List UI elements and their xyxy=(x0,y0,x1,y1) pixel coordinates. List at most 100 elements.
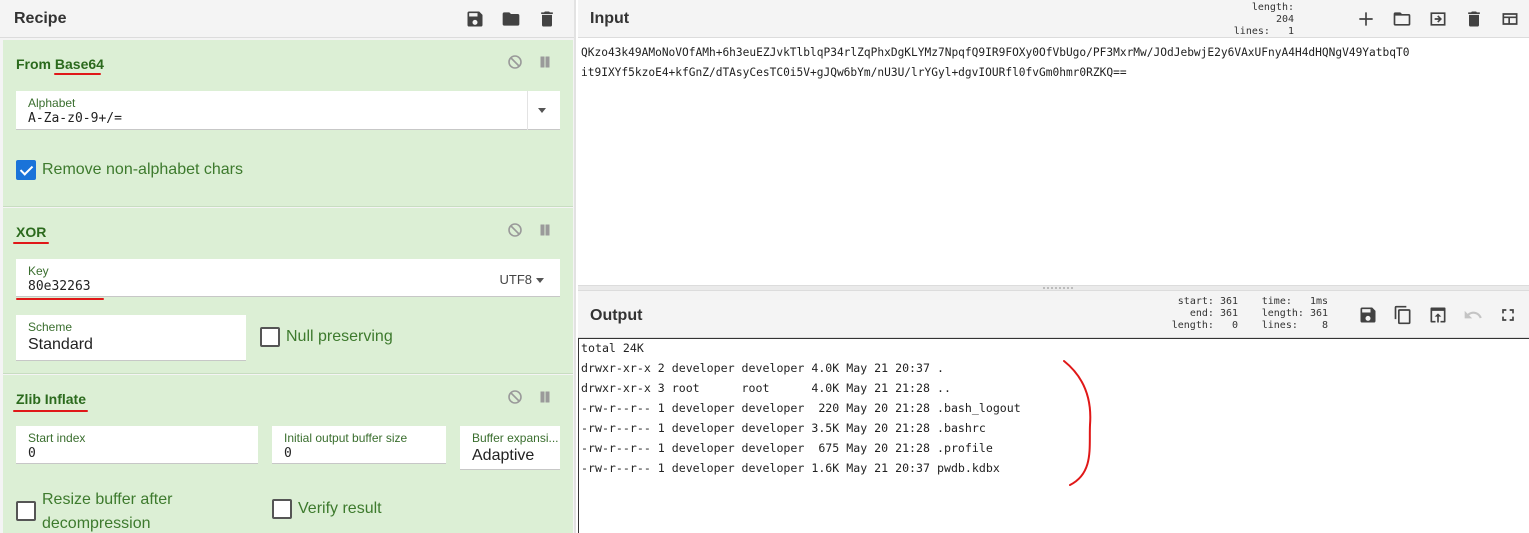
output-line: -rw-r--r-- 1 developer developer 675 May… xyxy=(581,441,993,455)
output-line: -rw-r--r-- 1 developer developer 220 May… xyxy=(581,401,1021,415)
output-time-value: 1ms xyxy=(1309,296,1328,307)
remove-nonalphabet-label: Remove non-alphabet chars xyxy=(42,161,244,178)
output-textarea[interactable]: total 24K drwxr-xr-x 2 developer develope… xyxy=(578,338,1529,533)
pause-icon[interactable] xyxy=(537,54,553,75)
recipe-panel: Recipe From Base64 Alphabet A-Za-z0-9+/=… xyxy=(0,0,576,533)
resize-buffer-label-line2: decompression xyxy=(42,515,151,532)
undo-icon[interactable] xyxy=(1462,304,1484,326)
input-lines-label: lines: xyxy=(1233,26,1270,37)
output-panel: Output start: 361 end: 361 length: 0 tim… xyxy=(578,291,1529,533)
scheme-value: Standard xyxy=(28,336,93,353)
clear-input-trash-icon[interactable] xyxy=(1463,8,1485,30)
verify-result-checkbox[interactable]: Verify result xyxy=(272,499,382,519)
resize-buffer-label-line1: Resize buffer after xyxy=(42,491,173,508)
input-lines-value: 1 xyxy=(1287,26,1294,37)
pause-icon[interactable] xyxy=(537,222,553,243)
input-title: Input xyxy=(590,10,630,27)
verify-result-label: Verify result xyxy=(298,500,382,517)
copy-icon[interactable] xyxy=(1392,304,1414,326)
input-stats: length: 204 lines: 1 xyxy=(1232,2,1294,38)
disable-icon[interactable] xyxy=(507,54,523,75)
buffer-expansion-value: Adaptive xyxy=(472,447,535,464)
output-start-value: 361 xyxy=(1219,296,1238,307)
checkbox-checked-icon[interactable] xyxy=(16,160,36,180)
output-position-stats: start: 361 end: 361 length: 0 xyxy=(1168,296,1238,332)
operation-from-base64[interactable]: From Base64 Alphabet A-Za-z0-9+/= Remove… xyxy=(3,40,573,207)
checkbox-unchecked-icon[interactable] xyxy=(16,501,36,521)
output-border-top xyxy=(578,338,1529,339)
checkbox-unchecked-icon[interactable] xyxy=(260,327,280,347)
operation-title: From Base64 xyxy=(16,56,104,72)
input-length-label: length: xyxy=(1251,2,1294,13)
initial-buffer-input[interactable]: Initial output buffer size 0 xyxy=(272,426,446,464)
annotation-underline-base64 xyxy=(54,73,101,75)
chevron-down-icon[interactable] xyxy=(538,108,546,113)
alphabet-label: Alphabet xyxy=(28,96,76,110)
key-input[interactable]: Key 80e32263 UTF8 xyxy=(16,259,560,297)
resize-buffer-checkbox[interactable]: Resize buffer after decompression xyxy=(16,488,172,533)
output-time-label: time: xyxy=(1261,296,1292,307)
annotation-underline-zlib xyxy=(13,410,88,412)
scheme-label: Scheme xyxy=(28,320,73,334)
key-value: 80e32263 xyxy=(28,279,91,294)
output-start-label: start: xyxy=(1177,296,1214,307)
replace-input-icon[interactable] xyxy=(1427,304,1449,326)
output-border-left xyxy=(578,338,579,533)
recipe-header: Recipe xyxy=(0,0,574,38)
alphabet-select[interactable]: Alphabet A-Za-z0-9+/= xyxy=(16,91,560,130)
output-sel-length-value: 0 xyxy=(1231,320,1238,331)
disable-icon[interactable] xyxy=(507,222,523,243)
operation-xor[interactable]: XOR Key 80e32263 UTF8 Scheme Standard Nu… xyxy=(3,208,573,374)
save-icon[interactable] xyxy=(464,8,486,30)
output-title: Output xyxy=(590,307,643,324)
open-folder-icon[interactable] xyxy=(1391,8,1413,30)
checkbox-unchecked-icon[interactable] xyxy=(272,499,292,519)
output-line: -rw-r--r-- 1 developer developer 3.5K Ma… xyxy=(581,421,986,435)
operation-zlib-inflate[interactable]: Zlib Inflate Start index 0 Initial outpu… xyxy=(3,375,573,533)
input-panel: Input length: 204 lines: 1 QKzo43k49AMoN… xyxy=(578,0,1529,285)
output-end-label: end: xyxy=(1189,308,1214,319)
annotation-bracket xyxy=(1063,360,1092,486)
folder-icon[interactable] xyxy=(500,8,522,30)
alphabet-value: A-Za-z0-9+/= xyxy=(28,111,122,126)
input-textarea[interactable]: QKzo43k49AMoNoVOfAMh+6h3euEZJvkTlblqP34r… xyxy=(581,43,1527,83)
pause-icon[interactable] xyxy=(537,389,553,410)
output-lines-label: lines: xyxy=(1261,320,1298,331)
input-text-line: it9IXYf5kzoE4+kfGnZ/dTAsyCesTC0i5V+gJQw6… xyxy=(581,66,1127,79)
save-output-icon[interactable] xyxy=(1357,304,1379,326)
input-text-line: QKzo43k49AMoNoVOfAMh+6h3euEZJvkTlblqP34r… xyxy=(581,46,1410,59)
buffer-expansion-label: Buffer expansi... xyxy=(472,431,559,445)
reset-layout-icon[interactable] xyxy=(1499,8,1521,30)
start-index-input[interactable]: Start index 0 xyxy=(16,426,258,464)
null-preserving-label: Null preserving xyxy=(286,328,393,345)
open-input-file-icon[interactable] xyxy=(1427,8,1449,30)
operation-title: XOR xyxy=(16,224,47,240)
remove-nonalphabet-checkbox[interactable]: Remove non-alphabet chars xyxy=(16,160,243,180)
output-result-stats: time: 1ms length: 361 lines: 8 xyxy=(1254,296,1328,332)
output-length-label: length: xyxy=(1261,308,1304,319)
key-encoding-dropdown[interactable]: UTF8 xyxy=(500,272,545,287)
output-end-value: 361 xyxy=(1219,308,1238,319)
output-line: total 24K xyxy=(581,341,644,355)
output-length-value: 361 xyxy=(1309,308,1328,319)
initial-buffer-value: 0 xyxy=(284,446,292,461)
recipe-title: Recipe xyxy=(14,9,67,27)
disable-icon[interactable] xyxy=(507,389,523,410)
initial-buffer-label: Initial output buffer size xyxy=(284,431,408,445)
maximize-icon[interactable] xyxy=(1497,304,1519,326)
start-index-value: 0 xyxy=(28,446,36,461)
trash-icon[interactable] xyxy=(536,8,558,30)
output-line: drwxr-xr-x 2 developer developer 4.0K Ma… xyxy=(581,361,944,375)
output-line: -rw-r--r-- 1 developer developer 1.6K Ma… xyxy=(581,461,1000,475)
output-lines-value: 8 xyxy=(1321,320,1328,331)
start-index-label: Start index xyxy=(28,431,86,445)
add-tab-icon[interactable] xyxy=(1355,8,1377,30)
output-line: drwxr-xr-x 3 root root 4.0K May 21 21:28… xyxy=(581,381,951,395)
output-header: Output start: 361 end: 361 length: 0 tim… xyxy=(578,291,1529,338)
null-preserving-checkbox[interactable]: Null preserving xyxy=(260,327,393,347)
resize-buffer-label: Resize buffer after decompression xyxy=(42,488,172,533)
annotation-underline-xor xyxy=(13,242,49,244)
scheme-select[interactable]: Scheme Standard xyxy=(16,315,246,361)
operation-title: Zlib Inflate xyxy=(16,391,86,407)
buffer-expansion-select[interactable]: Buffer expansi... Adaptive xyxy=(460,426,560,470)
